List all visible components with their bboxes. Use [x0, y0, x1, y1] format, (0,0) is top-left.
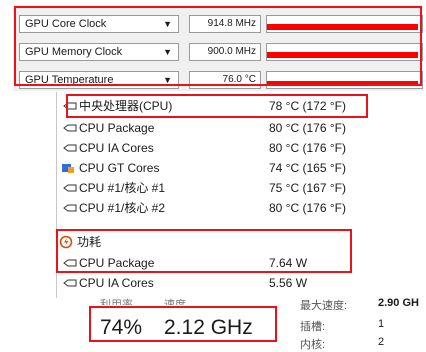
tree-row[interactable]: CPU GT Cores 74 °C (165 °F)	[57, 158, 426, 178]
tree-row-label: CPU #1/核心 #1	[79, 181, 166, 195]
sensor-select-memory-clock[interactable]: GPU Memory Clock ▼	[19, 43, 179, 61]
sensor-label: GPU Core Clock	[25, 18, 107, 30]
tree-row[interactable]: CPU Package 80 °C (176 °F)	[57, 118, 426, 138]
sensor-link-icon	[63, 144, 77, 152]
utilization-label: 利用率	[100, 299, 133, 305]
sensor-row-temperature: GPU Temperature ▼ 76.0 °C	[13, 69, 423, 91]
sensor-label: GPU Memory Clock	[25, 46, 123, 58]
tree-row[interactable]: CPU IA Cores 5.56 W	[57, 273, 426, 293]
sensor-link-icon	[63, 204, 77, 212]
tree-group-power[interactable]: 功耗	[57, 232, 426, 252]
gpuz-sensor-panel: GPU Core Clock ▼ 914.8 MHz GPU Memory Cl…	[13, 5, 423, 91]
sensor-value: 900.0 MHz	[189, 43, 261, 61]
tree-group-cpu[interactable]: 中央处理器(CPU) 78 °C (172 °F)	[57, 96, 426, 116]
sensor-label: GPU Temperature	[25, 74, 114, 86]
graph-bar	[267, 52, 418, 58]
sensor-link-icon	[63, 259, 77, 267]
tree-row-label: CPU IA Cores	[79, 276, 154, 290]
speed-value: 2.12 GHz	[164, 316, 253, 339]
sensor-graph	[266, 43, 423, 61]
tree-row-value: 7.64 W	[269, 256, 308, 270]
task-manager-cpu-stats: 利用率 速度 74% 2.12 GHz 最大速度: 2.90 GH 插槽: 1 …	[76, 297, 426, 351]
tree-row-value: 80 °C (176 °F)	[269, 141, 346, 155]
tree-row[interactable]: CPU IA Cores 80 °C (176 °F)	[57, 138, 426, 158]
cores-label: 内核:	[300, 339, 326, 351]
tree-row-clipped	[57, 214, 426, 222]
utilization-value: 74%	[100, 316, 143, 339]
sensor-select-temperature[interactable]: GPU Temperature ▼	[19, 71, 179, 89]
sensor-value: 914.8 MHz	[189, 15, 261, 33]
graph-bar	[267, 81, 418, 86]
gpu-core-icon	[62, 164, 74, 173]
sockets-label: 插槽:	[300, 321, 326, 333]
sockets-value: 1	[378, 318, 385, 330]
tree-row-label: CPU GT Cores	[79, 161, 160, 175]
speed-label: 速度	[164, 299, 186, 305]
graph-bar	[267, 24, 418, 30]
sensor-row-memory-clock: GPU Memory Clock ▼ 900.0 MHz	[13, 41, 423, 63]
sensor-link-icon	[63, 279, 77, 287]
max-speed-label: 最大速度:	[300, 300, 348, 312]
sensor-tree: 中央处理器(CPU) 78 °C (172 °F) CPU Package 80…	[56, 92, 426, 298]
tree-row-value: 80 °C (176 °F)	[269, 121, 346, 135]
tree-row[interactable]: CPU Package 7.64 W	[57, 253, 426, 273]
sensor-link-icon	[63, 124, 77, 132]
chevron-down-icon[interactable]: ▼	[163, 16, 172, 33]
tree-row-value: 75 °C (167 °F)	[269, 181, 346, 195]
sensor-row-core-clock: GPU Core Clock ▼ 914.8 MHz	[13, 13, 423, 35]
tree-row-label: CPU Package	[79, 121, 155, 135]
sensor-select-core-clock[interactable]: GPU Core Clock ▼	[19, 15, 179, 33]
chevron-down-icon[interactable]: ▼	[163, 44, 172, 61]
tree-group-label: 中央处理器(CPU)	[79, 99, 173, 113]
sensor-link-icon	[63, 102, 77, 110]
sensor-graph	[266, 71, 423, 89]
tree-row-label: CPU IA Cores	[79, 141, 154, 155]
chevron-down-icon[interactable]: ▼	[163, 72, 172, 89]
tree-row-value: 5.56 W	[269, 276, 308, 290]
cores-value: 2	[378, 336, 385, 348]
sensor-graph	[266, 15, 423, 33]
tree-group-value: 78 °C (172 °F)	[269, 99, 346, 113]
max-speed-value: 2.90 GH	[378, 297, 419, 309]
tree-row-value: 74 °C (165 °F)	[269, 161, 346, 175]
tree-row-label: CPU Package	[79, 256, 155, 270]
sensor-value: 76.0 °C	[189, 71, 261, 89]
power-icon	[59, 235, 73, 249]
tree-group-label: 功耗	[77, 235, 102, 249]
tree-row[interactable]: CPU #1/核心 #1 75 °C (167 °F)	[57, 178, 426, 198]
sensor-link-icon	[63, 184, 77, 192]
